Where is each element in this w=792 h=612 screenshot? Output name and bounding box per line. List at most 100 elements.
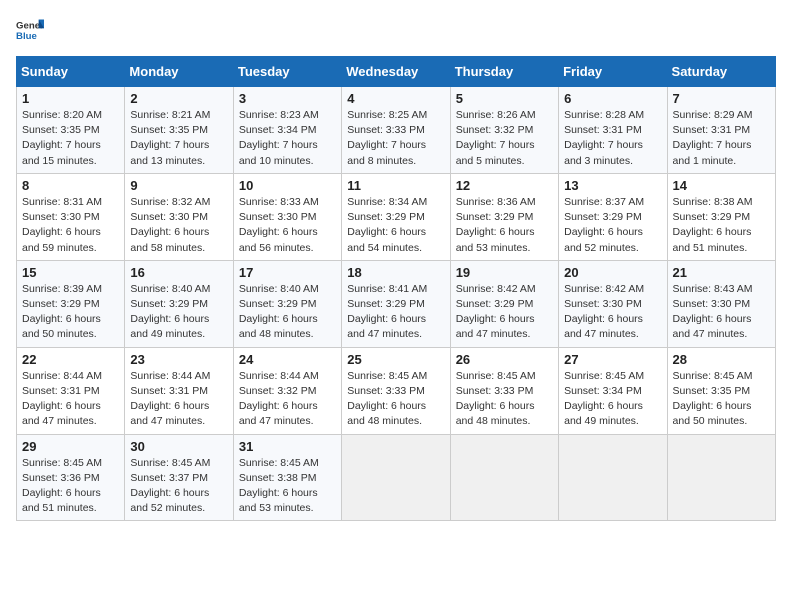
calendar-week-row: 8 Sunrise: 8:31 AM Sunset: 3:30 PM Dayli… — [17, 173, 776, 260]
day-number: 29 — [22, 439, 119, 454]
calendar-day-cell: 24 Sunrise: 8:44 AM Sunset: 3:32 PM Dayl… — [233, 347, 341, 434]
day-info: Sunrise: 8:34 AM Sunset: 3:29 PM Dayligh… — [347, 195, 444, 256]
day-number: 3 — [239, 91, 336, 106]
day-info: Sunrise: 8:43 AM Sunset: 3:30 PM Dayligh… — [673, 282, 770, 343]
calendar-day-cell: 25 Sunrise: 8:45 AM Sunset: 3:33 PM Dayl… — [342, 347, 450, 434]
calendar-day-cell: 14 Sunrise: 8:38 AM Sunset: 3:29 PM Dayl… — [667, 173, 775, 260]
calendar-day-cell: 17 Sunrise: 8:40 AM Sunset: 3:29 PM Dayl… — [233, 260, 341, 347]
page-header: General Blue — [16, 16, 776, 44]
calendar-week-row: 29 Sunrise: 8:45 AM Sunset: 3:36 PM Dayl… — [17, 434, 776, 521]
calendar-day-cell: 21 Sunrise: 8:43 AM Sunset: 3:30 PM Dayl… — [667, 260, 775, 347]
day-number: 6 — [564, 91, 661, 106]
day-number: 18 — [347, 265, 444, 280]
day-number: 30 — [130, 439, 227, 454]
calendar-day-cell: 4 Sunrise: 8:25 AM Sunset: 3:33 PM Dayli… — [342, 87, 450, 174]
day-number: 2 — [130, 91, 227, 106]
day-info: Sunrise: 8:45 AM Sunset: 3:38 PM Dayligh… — [239, 456, 336, 517]
calendar-day-cell: 9 Sunrise: 8:32 AM Sunset: 3:30 PM Dayli… — [125, 173, 233, 260]
calendar-day-cell — [667, 434, 775, 521]
day-of-week-header: Monday — [125, 57, 233, 87]
day-number: 13 — [564, 178, 661, 193]
calendar-day-cell: 3 Sunrise: 8:23 AM Sunset: 3:34 PM Dayli… — [233, 87, 341, 174]
day-info: Sunrise: 8:25 AM Sunset: 3:33 PM Dayligh… — [347, 108, 444, 169]
day-info: Sunrise: 8:37 AM Sunset: 3:29 PM Dayligh… — [564, 195, 661, 256]
calendar-day-cell: 5 Sunrise: 8:26 AM Sunset: 3:32 PM Dayli… — [450, 87, 558, 174]
day-number: 1 — [22, 91, 119, 106]
calendar-day-cell: 23 Sunrise: 8:44 AM Sunset: 3:31 PM Dayl… — [125, 347, 233, 434]
day-info: Sunrise: 8:21 AM Sunset: 3:35 PM Dayligh… — [130, 108, 227, 169]
day-number: 16 — [130, 265, 227, 280]
day-of-week-header: Sunday — [17, 57, 125, 87]
calendar-day-cell: 10 Sunrise: 8:33 AM Sunset: 3:30 PM Dayl… — [233, 173, 341, 260]
day-info: Sunrise: 8:36 AM Sunset: 3:29 PM Dayligh… — [456, 195, 553, 256]
day-number: 11 — [347, 178, 444, 193]
day-info: Sunrise: 8:45 AM Sunset: 3:37 PM Dayligh… — [130, 456, 227, 517]
day-number: 20 — [564, 265, 661, 280]
day-info: Sunrise: 8:45 AM Sunset: 3:33 PM Dayligh… — [456, 369, 553, 430]
calendar-day-cell: 7 Sunrise: 8:29 AM Sunset: 3:31 PM Dayli… — [667, 87, 775, 174]
day-number: 5 — [456, 91, 553, 106]
calendar-day-cell: 12 Sunrise: 8:36 AM Sunset: 3:29 PM Dayl… — [450, 173, 558, 260]
calendar-day-cell — [342, 434, 450, 521]
calendar-week-row: 1 Sunrise: 8:20 AM Sunset: 3:35 PM Dayli… — [17, 87, 776, 174]
day-of-week-header: Thursday — [450, 57, 558, 87]
calendar-day-cell: 8 Sunrise: 8:31 AM Sunset: 3:30 PM Dayli… — [17, 173, 125, 260]
day-of-week-header: Wednesday — [342, 57, 450, 87]
calendar-week-row: 22 Sunrise: 8:44 AM Sunset: 3:31 PM Dayl… — [17, 347, 776, 434]
day-info: Sunrise: 8:20 AM Sunset: 3:35 PM Dayligh… — [22, 108, 119, 169]
calendar-day-cell: 6 Sunrise: 8:28 AM Sunset: 3:31 PM Dayli… — [559, 87, 667, 174]
logo: General Blue — [16, 16, 44, 44]
day-number: 22 — [22, 352, 119, 367]
day-number: 25 — [347, 352, 444, 367]
day-info: Sunrise: 8:42 AM Sunset: 3:30 PM Dayligh… — [564, 282, 661, 343]
calendar-day-cell: 1 Sunrise: 8:20 AM Sunset: 3:35 PM Dayli… — [17, 87, 125, 174]
calendar-day-cell: 16 Sunrise: 8:40 AM Sunset: 3:29 PM Dayl… — [125, 260, 233, 347]
day-info: Sunrise: 8:33 AM Sunset: 3:30 PM Dayligh… — [239, 195, 336, 256]
day-number: 8 — [22, 178, 119, 193]
day-number: 31 — [239, 439, 336, 454]
calendar-header-row: SundayMondayTuesdayWednesdayThursdayFrid… — [17, 57, 776, 87]
calendar-day-cell: 19 Sunrise: 8:42 AM Sunset: 3:29 PM Dayl… — [450, 260, 558, 347]
svg-text:Blue: Blue — [16, 31, 37, 42]
calendar-day-cell: 18 Sunrise: 8:41 AM Sunset: 3:29 PM Dayl… — [342, 260, 450, 347]
day-number: 23 — [130, 352, 227, 367]
calendar-day-cell: 27 Sunrise: 8:45 AM Sunset: 3:34 PM Dayl… — [559, 347, 667, 434]
day-info: Sunrise: 8:29 AM Sunset: 3:31 PM Dayligh… — [673, 108, 770, 169]
calendar-day-cell: 11 Sunrise: 8:34 AM Sunset: 3:29 PM Dayl… — [342, 173, 450, 260]
day-number: 17 — [239, 265, 336, 280]
day-info: Sunrise: 8:31 AM Sunset: 3:30 PM Dayligh… — [22, 195, 119, 256]
calendar-day-cell — [559, 434, 667, 521]
day-info: Sunrise: 8:44 AM Sunset: 3:31 PM Dayligh… — [130, 369, 227, 430]
day-info: Sunrise: 8:26 AM Sunset: 3:32 PM Dayligh… — [456, 108, 553, 169]
calendar-week-row: 15 Sunrise: 8:39 AM Sunset: 3:29 PM Dayl… — [17, 260, 776, 347]
day-number: 7 — [673, 91, 770, 106]
day-of-week-header: Tuesday — [233, 57, 341, 87]
day-number: 26 — [456, 352, 553, 367]
day-info: Sunrise: 8:45 AM Sunset: 3:33 PM Dayligh… — [347, 369, 444, 430]
day-number: 24 — [239, 352, 336, 367]
day-number: 27 — [564, 352, 661, 367]
calendar-day-cell: 15 Sunrise: 8:39 AM Sunset: 3:29 PM Dayl… — [17, 260, 125, 347]
calendar-day-cell: 2 Sunrise: 8:21 AM Sunset: 3:35 PM Dayli… — [125, 87, 233, 174]
day-info: Sunrise: 8:23 AM Sunset: 3:34 PM Dayligh… — [239, 108, 336, 169]
calendar-day-cell: 13 Sunrise: 8:37 AM Sunset: 3:29 PM Dayl… — [559, 173, 667, 260]
day-number: 4 — [347, 91, 444, 106]
day-info: Sunrise: 8:39 AM Sunset: 3:29 PM Dayligh… — [22, 282, 119, 343]
day-number: 10 — [239, 178, 336, 193]
day-number: 19 — [456, 265, 553, 280]
day-info: Sunrise: 8:44 AM Sunset: 3:31 PM Dayligh… — [22, 369, 119, 430]
day-info: Sunrise: 8:42 AM Sunset: 3:29 PM Dayligh… — [456, 282, 553, 343]
calendar-day-cell: 22 Sunrise: 8:44 AM Sunset: 3:31 PM Dayl… — [17, 347, 125, 434]
calendar-day-cell — [450, 434, 558, 521]
day-number: 9 — [130, 178, 227, 193]
day-number: 28 — [673, 352, 770, 367]
day-info: Sunrise: 8:32 AM Sunset: 3:30 PM Dayligh… — [130, 195, 227, 256]
day-info: Sunrise: 8:40 AM Sunset: 3:29 PM Dayligh… — [239, 282, 336, 343]
day-info: Sunrise: 8:44 AM Sunset: 3:32 PM Dayligh… — [239, 369, 336, 430]
day-of-week-header: Saturday — [667, 57, 775, 87]
calendar-table: SundayMondayTuesdayWednesdayThursdayFrid… — [16, 56, 776, 521]
day-of-week-header: Friday — [559, 57, 667, 87]
logo-icon: General Blue — [16, 16, 44, 44]
day-info: Sunrise: 8:40 AM Sunset: 3:29 PM Dayligh… — [130, 282, 227, 343]
day-info: Sunrise: 8:38 AM Sunset: 3:29 PM Dayligh… — [673, 195, 770, 256]
